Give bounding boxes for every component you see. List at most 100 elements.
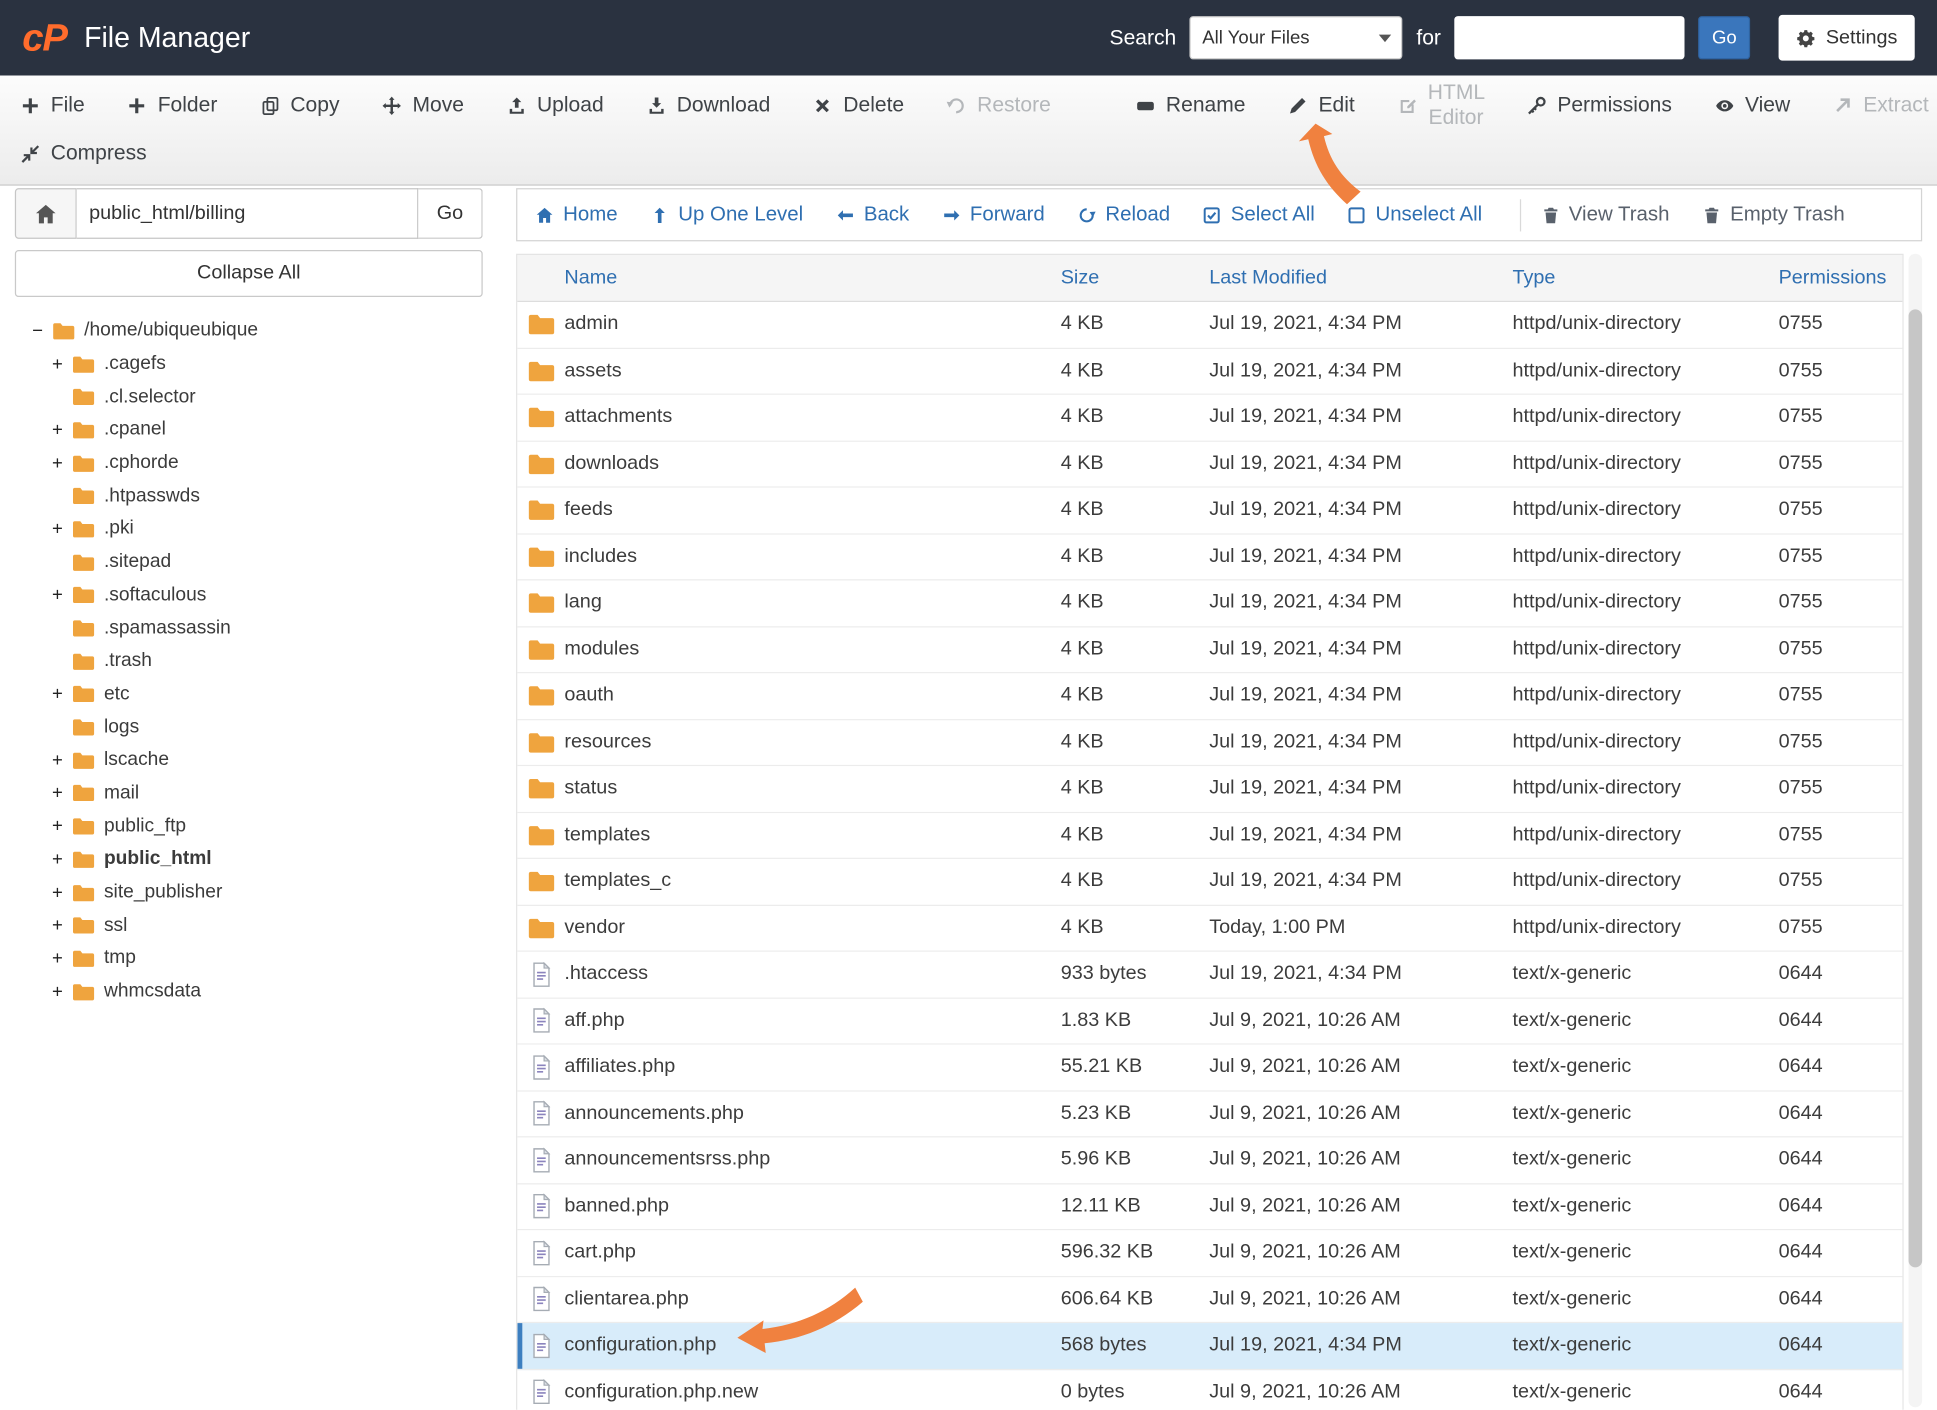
plus-expander[interactable]: + [52, 519, 72, 540]
nav-empty-trash-button[interactable]: Empty Trash [1702, 203, 1845, 227]
file-type: text/x-generic [1512, 1148, 1632, 1170]
column-header-type[interactable]: Type [1512, 267, 1778, 289]
file-row-cart-php[interactable]: cart.php 596.32 KB Jul 9, 2021, 10:26 AM te… [517, 1230, 1903, 1277]
tree-item-public-html[interactable]: + public_html [32, 843, 483, 876]
plus-expander[interactable]: + [52, 353, 72, 374]
file-row-lang[interactable]: lang 4 KB Jul 19, 2021, 4:34 PM httpd/unix-… [517, 580, 1903, 627]
file-row-attachments[interactable]: attachments 4 KB Jul 19, 2021, 4:34 PM http… [517, 394, 1903, 442]
file-row-affiliates-php[interactable]: affiliates.php 55.21 KB Jul 9, 2021, 10:26… [517, 1044, 1903, 1092]
toolbar-file-button[interactable]: File [20, 93, 85, 118]
plus-expander[interactable]: + [52, 915, 72, 936]
search-scope-select[interactable]: All Your Files [1189, 16, 1403, 60]
nav-forward-button[interactable]: Forward [941, 203, 1045, 227]
column-header-size[interactable]: Size [1061, 267, 1210, 289]
tree-item-sitepad[interactable]: .sitepad [32, 546, 483, 579]
tree-item-cagefs[interactable]: + .cagefs [32, 347, 483, 380]
file-row-templates[interactable]: templates 4 KB Jul 19, 2021, 4:34 PM httpd/… [517, 812, 1903, 859]
tree-item-etc[interactable]: + etc [32, 678, 483, 711]
file-row-downloads[interactable]: downloads 4 KB Jul 19, 2021, 4:34 PM httpd/… [517, 441, 1903, 488]
file-row-configuration-php[interactable]: configuration.php 568 bytes Jul 19, 2021, … [517, 1323, 1903, 1370]
search-input[interactable] [1454, 16, 1685, 60]
tree-item-logs[interactable]: logs [32, 711, 483, 744]
file-row-aff-php[interactable]: aff.php 1.83 KB Jul 9, 2021, 10:26 AM text/… [517, 998, 1903, 1045]
column-header-name[interactable]: Name [564, 267, 1060, 289]
tree-item-htpasswds[interactable]: .htpasswds [32, 480, 483, 513]
tree-item-tmp[interactable]: + tmp [32, 942, 483, 975]
plus-expander[interactable]: + [52, 816, 72, 837]
tree-item-home-ubiqueubique[interactable]: − /home/ubiqueubique [32, 314, 483, 347]
toolbar-upload-button[interactable]: Upload [506, 93, 604, 118]
column-header-permissions[interactable]: Permissions [1779, 267, 1903, 289]
settings-button[interactable]: Settings [1778, 14, 1915, 61]
toolbar-download-button[interactable]: Download [646, 93, 770, 118]
plus-expander[interactable]: + [52, 783, 72, 804]
file-modified: Jul 19, 2021, 4:34 PM [1209, 406, 1402, 428]
toolbar-move-button[interactable]: Move [382, 93, 464, 118]
plus-expander[interactable]: + [52, 948, 72, 969]
nav-back-button[interactable]: Back [835, 203, 909, 227]
plus-expander[interactable]: + [52, 849, 72, 870]
nav-select-all-button[interactable]: Select All [1202, 203, 1315, 227]
plus-expander[interactable]: + [52, 981, 72, 1002]
path-go-button[interactable]: Go [418, 188, 483, 239]
column-header-last-modified[interactable]: Last Modified [1209, 267, 1512, 289]
nav-view-trash-button[interactable]: View Trash [1540, 203, 1669, 227]
toolbar-folder-button[interactable]: Folder [127, 93, 217, 118]
scrollbar-thumb[interactable] [1908, 309, 1923, 1267]
scrollbar[interactable] [1908, 253, 1923, 1408]
tree-item-whmcsdata[interactable]: + whmcsdata [32, 975, 483, 1008]
nav-unselect-all-button[interactable]: Unselect All [1347, 203, 1482, 227]
home-directory-button[interactable] [14, 188, 77, 239]
file-row-vendor[interactable]: vendor 4 KB Today, 1:00 PM httpd/unix-direc… [517, 905, 1903, 952]
tree-item-pki[interactable]: + .pki [32, 513, 483, 546]
toolbar-delete-button[interactable]: Delete [812, 93, 904, 118]
toolbar-edit-button[interactable]: Edit [1288, 93, 1355, 118]
plus-expander[interactable]: + [52, 684, 72, 705]
minus-expander[interactable]: − [32, 320, 52, 341]
toolbar-rename-button[interactable]: Rename [1135, 93, 1245, 118]
tree-item-spamassassin[interactable]: .spamassassin [32, 612, 483, 645]
tree-item-mail[interactable]: + mail [32, 777, 483, 810]
toolbar-compress-button[interactable]: Compress [20, 141, 147, 166]
tree-item-ssl[interactable]: + ssl [32, 909, 483, 942]
nav-reload-button[interactable]: Reload [1077, 203, 1170, 227]
plus-expander[interactable]: + [52, 419, 72, 440]
path-input[interactable] [76, 188, 419, 239]
search-go-button[interactable]: Go [1698, 16, 1751, 60]
tree-item-site-publisher[interactable]: + site_publisher [32, 876, 483, 909]
file-row-clientarea-php[interactable]: clientarea.php 606.64 KB Jul 9, 2021, 10:2… [517, 1276, 1903, 1324]
file-row-modules[interactable]: modules 4 KB Jul 19, 2021, 4:34 PM httpd/un… [517, 626, 1903, 674]
file-row-includes[interactable]: includes 4 KB Jul 19, 2021, 4:34 PM httpd/u… [517, 534, 1903, 581]
file-size: 4 KB [1060, 545, 1104, 567]
file-row-configuration-php-new[interactable]: configuration.php.new 0 bytes Jul 9, 2021,… [517, 1369, 1903, 1410]
file-row-resources[interactable]: resources 4 KB Jul 19, 2021, 4:34 PM httpd/… [517, 719, 1903, 767]
file-row-announcements-php[interactable]: announcements.php 5.23 KB Jul 9, 2021, 10:… [517, 1091, 1903, 1138]
tree-item-lscache[interactable]: + lscache [32, 744, 483, 777]
file-row-feeds[interactable]: feeds 4 KB Jul 19, 2021, 4:34 PM httpd/unix… [517, 487, 1903, 535]
tree-item-softaculous[interactable]: + .softaculous [32, 579, 483, 612]
tree-item-public-ftp[interactable]: + public_ftp [32, 810, 483, 843]
plus-expander[interactable]: + [52, 882, 72, 903]
file-row-oauth[interactable]: oauth 4 KB Jul 19, 2021, 4:34 PM httpd/unix… [517, 673, 1903, 720]
nav-up-one-level-button[interactable]: Up One Level [650, 203, 803, 227]
plus-expander[interactable]: + [52, 585, 72, 606]
plus-expander[interactable]: + [52, 750, 72, 771]
file-row-announcementsrss-php[interactable]: announcementsrss.php 5.96 KB Jul 9, 2021, … [517, 1137, 1903, 1184]
file-row-assets[interactable]: assets 4 KB Jul 19, 2021, 4:34 PM httpd/uni… [517, 348, 1903, 395]
file-row-status[interactable]: status 4 KB Jul 19, 2021, 4:34 PM httpd/uni… [517, 766, 1903, 813]
toolbar-view-button[interactable]: View [1714, 93, 1790, 118]
plus-expander[interactable]: + [52, 452, 72, 473]
collapse-all-button[interactable]: Collapse All [14, 250, 483, 298]
tree-item-cphorde[interactable]: + .cphorde [32, 447, 483, 480]
toolbar-permissions-button[interactable]: Permissions [1526, 93, 1672, 118]
file-row-htaccess[interactable]: .htaccess 933 bytes Jul 19, 2021, 4:34 PM t… [517, 951, 1903, 999]
file-row-banned-php[interactable]: banned.php 12.11 KB Jul 9, 2021, 10:26 AM t… [517, 1183, 1903, 1231]
tree-item-trash[interactable]: .trash [32, 645, 483, 678]
file-row-admin[interactable]: admin 4 KB Jul 19, 2021, 4:34 PM httpd/unix… [517, 301, 1903, 349]
tree-item-cpanel[interactable]: + .cpanel [32, 413, 483, 446]
toolbar-copy-button[interactable]: Copy [259, 93, 339, 118]
nav-home-button[interactable]: Home [535, 203, 618, 227]
file-row-templates-c[interactable]: templates_c 4 KB Jul 19, 2021, 4:34 PM http… [517, 858, 1903, 906]
file-name: resources [564, 731, 652, 753]
tree-item-cl-selector[interactable]: .cl.selector [32, 380, 483, 413]
